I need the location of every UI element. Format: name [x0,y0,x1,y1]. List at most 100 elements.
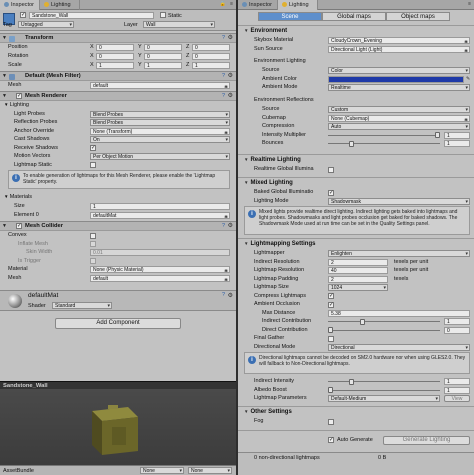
rotation-z[interactable]: 0 [192,53,230,60]
collider-mesh-field[interactable]: default [90,274,230,282]
mesh-collider-header[interactable]: ▼ ✓ Mesh Collider ? ⚙ [0,221,236,231]
lightmap-padding-field[interactable]: 2 [328,275,388,283]
help-icon[interactable]: ? [222,222,225,231]
layer-dropdown[interactable]: Wall [143,21,215,28]
bounces-slider-track[interactable] [328,143,440,144]
tag-dropdown[interactable]: Untagged [18,21,74,28]
anchor-override-field[interactable]: None (Transform) [90,127,230,135]
ambient-occlusion-checkbox[interactable]: ✓ [328,301,334,308]
fog-checkbox[interactable] [328,418,334,425]
lightmapper-dropdown[interactable]: Enlighten [328,250,470,257]
gear-icon[interactable]: ⚙ [228,72,233,81]
direct-contribution-slider-knob[interactable] [328,327,333,333]
tab-lighting[interactable]: Lighting [40,0,80,10]
albedo-boost-slider-track[interactable] [328,389,440,391]
lightmapping-header[interactable]: Lightmapping Settings [244,241,315,247]
mesh-filter-header[interactable]: ▼ Default (Mesh Filter) ? ⚙ [0,71,236,81]
element0-field[interactable]: defaultMat [90,211,230,219]
baked-gi-checkbox[interactable]: ✓ [328,189,334,196]
realtime-gi-checkbox[interactable] [328,166,334,173]
position-x[interactable]: 0 [96,44,134,51]
view-parameters-button[interactable]: View [444,395,470,402]
menu-icon[interactable]: ≡ [468,1,471,7]
help-icon[interactable]: ? [222,72,225,81]
skybox-field[interactable]: CloudyCrown_Evening [328,37,470,44]
reflection-probes-dropdown[interactable]: Blend Probes [90,119,230,126]
direct-contribution-slider-track[interactable] [328,329,440,331]
assetbundle-dropdown[interactable]: None [140,467,184,474]
tab-scene[interactable]: Scene [258,12,322,21]
material-header[interactable]: defaultMat Shader Standard ? ⚙ [0,290,236,311]
materials-size-field[interactable]: 1 [90,203,230,210]
generate-lighting-button[interactable]: Generate Lighting [383,436,470,445]
intensity-slider-track[interactable] [328,134,440,136]
indirect-contribution-slider-track[interactable] [328,321,440,322]
help-icon[interactable]: ? [222,292,225,298]
scale-z[interactable]: 1 [192,62,230,69]
intensity-slider-knob[interactable] [435,132,440,138]
motion-vectors-dropdown[interactable]: Per Object Motion [90,153,230,160]
lightmap-static-checkbox[interactable] [90,162,96,168]
mixed-lighting-header[interactable]: Mixed Lighting [244,180,292,186]
directional-mode-dropdown[interactable]: Directional [328,343,470,351]
preview-header[interactable]: Sandstone_Wall [0,381,236,389]
assetbundle-variant-dropdown[interactable]: None [188,467,232,474]
mesh-collider-enabled-checkbox[interactable]: ✓ [16,223,22,229]
gear-icon[interactable]: ⚙ [228,34,233,43]
ambient-color-swatch[interactable] [328,75,464,83]
albedo-boost-field[interactable]: 1 [444,386,470,394]
tab-inspector[interactable]: Inspector [238,0,278,10]
transform-header[interactable]: ▼ Transform ? ⚙ [0,33,236,43]
environment-header[interactable]: Environment [244,28,287,34]
shader-dropdown[interactable]: Standard [52,302,112,309]
receive-shadows-checkbox[interactable]: ✓ [90,145,96,151]
lightmap-size-dropdown[interactable]: 1024 [328,284,388,291]
direct-contribution-field[interactable]: 0 [444,326,470,334]
collider-material-field[interactable]: None (Physic Material) [90,266,230,273]
realtime-lighting-header[interactable]: Realtime Lighting [244,157,300,163]
eyedropper-icon[interactable]: ✎ [466,75,470,84]
tab-lighting[interactable]: Lighting [278,0,318,10]
position-z[interactable]: 0 [192,44,230,51]
convex-checkbox[interactable] [90,232,96,239]
indirect-contribution-slider-knob[interactable] [360,318,366,325]
indirect-contribution-field[interactable]: 1 [444,318,470,325]
help-icon[interactable]: ? [222,92,225,101]
scale-x[interactable]: 1 [96,62,134,69]
ambient-mode-dropdown[interactable]: Realtime [328,84,470,91]
bounces-slider-knob[interactable] [349,140,355,147]
position-y[interactable]: 0 [144,44,182,51]
lighting-mode-dropdown[interactable]: Shadowmask [328,197,470,205]
light-probes-dropdown[interactable]: Blend Probes [90,110,230,118]
help-icon[interactable]: ? [222,34,225,43]
scale-y[interactable]: 1 [144,62,182,69]
bounces-field[interactable]: 1 [444,140,470,147]
active-checkbox[interactable]: ✓ [20,12,26,18]
mesh-renderer-enabled-checkbox[interactable]: ✓ [16,93,22,99]
cast-shadows-dropdown[interactable]: On [90,136,230,143]
tab-inspector[interactable]: Inspector [0,0,40,10]
rotation-y[interactable]: 0 [144,53,182,60]
lightmap-parameters-dropdown[interactable]: Default-Medium [328,395,440,402]
compress-lightmaps-checkbox[interactable]: ✓ [328,293,334,299]
albedo-boost-slider-knob[interactable] [328,387,333,393]
indirect-intensity-slider-knob[interactable] [349,378,355,385]
menu-icon[interactable]: ≡ [230,1,233,7]
gear-icon[interactable]: ⚙ [228,292,233,299]
object-name-field[interactable]: Sandstone_Wall [29,12,154,19]
mesh-field[interactable]: default [90,82,230,89]
env-source-dropdown[interactable]: Color [328,67,470,74]
static-checkbox[interactable] [160,12,166,18]
rotation-x[interactable]: 0 [96,53,134,60]
cubemap-field[interactable]: None (Cubemap) [328,114,470,122]
max-distance-field[interactable]: 5.38 [328,309,470,317]
indirect-resolution-field[interactable]: 2 [328,258,388,266]
tab-global-maps[interactable]: Global maps [322,12,386,21]
gear-icon[interactable]: ⚙ [228,222,233,231]
indirect-intensity-field[interactable]: 1 [444,378,470,385]
gear-icon[interactable]: ⚙ [228,92,233,101]
lightmap-resolution-field[interactable]: 40 [328,267,388,274]
final-gather-checkbox[interactable] [328,335,334,342]
preview-viewport[interactable] [0,389,236,465]
compression-dropdown[interactable]: Auto [328,123,470,130]
